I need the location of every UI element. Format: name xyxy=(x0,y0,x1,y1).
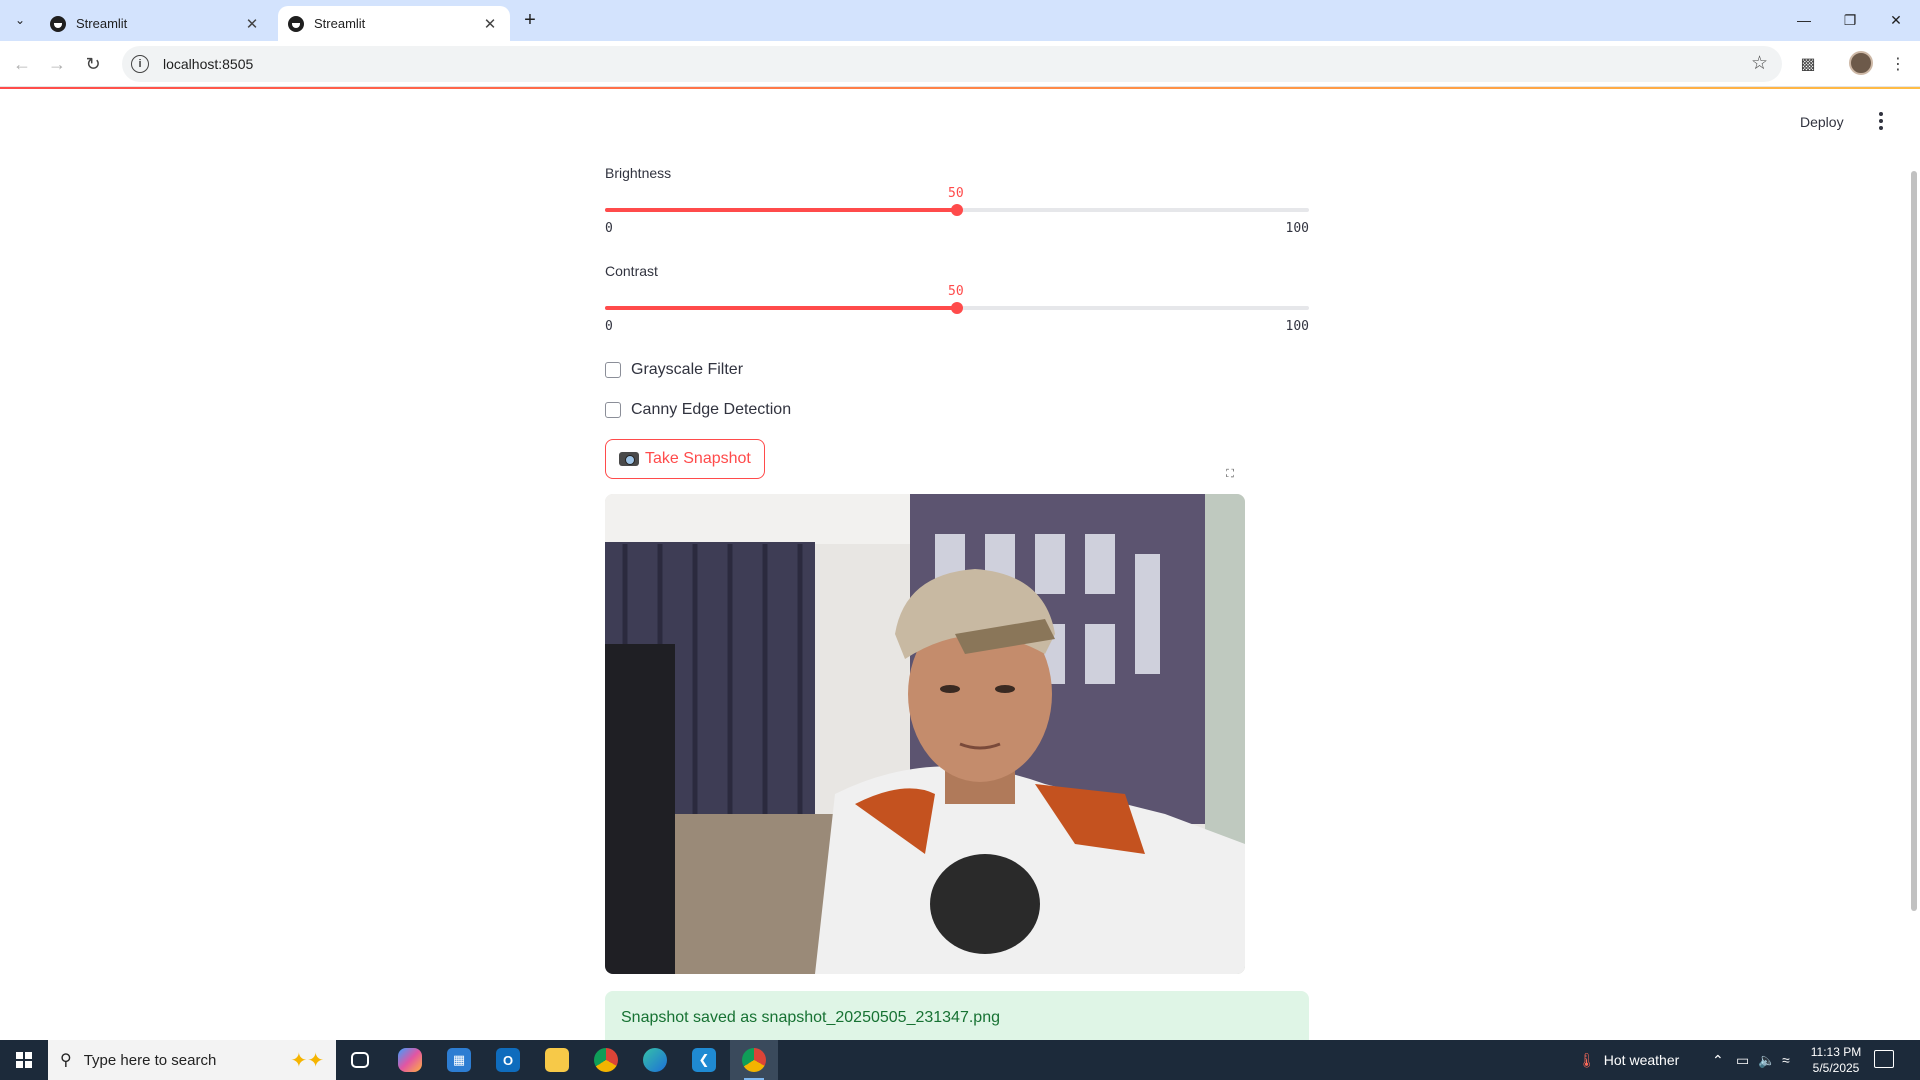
back-icon[interactable]: ← xyxy=(8,50,36,78)
browser-toolbar: ← → ↻ i localhost:8505 ☆ ▩ ⋮ xyxy=(0,41,1920,87)
contrast-slider: Contrast 50 0 100 xyxy=(605,263,1309,334)
streamlit-app: Deploy Brightness 50 0 100 Contrast 50 0… xyxy=(0,87,1920,1040)
search-highlight-icon[interactable]: ✦✦ xyxy=(290,1048,324,1073)
vscode-icon[interactable]: ❮ xyxy=(680,1040,728,1080)
copilot-icon[interactable] xyxy=(386,1040,434,1080)
streamlit-favicon-icon xyxy=(50,15,66,32)
outlook-icon[interactable]: O xyxy=(484,1040,532,1080)
profile-avatar[interactable] xyxy=(1849,51,1873,75)
slider-fill xyxy=(605,208,957,212)
webcam-frame xyxy=(605,494,1245,974)
minimize-icon[interactable]: — xyxy=(1781,0,1827,40)
clock-time: 11:13 PM xyxy=(1810,1045,1862,1059)
grayscale-checkbox[interactable]: Grayscale Filter xyxy=(605,361,743,379)
slider-thumb[interactable] xyxy=(951,302,963,314)
button-label: Take Snapshot xyxy=(645,450,751,467)
url-text[interactable]: localhost:8505 xyxy=(163,56,253,72)
slider-max-label: 100 xyxy=(1285,221,1309,236)
streamlit-favicon-icon xyxy=(288,15,304,32)
main-menu-icon[interactable] xyxy=(1874,109,1888,133)
volume-icon[interactable]: 🔈 xyxy=(1758,1040,1775,1080)
search-placeholder[interactable]: Type here to search xyxy=(84,1052,217,1069)
fullscreen-icon[interactable]: ⛶ xyxy=(1219,463,1241,485)
weather-text: Hot weather xyxy=(1603,1052,1680,1068)
browser-tabstrip: ⌄ Streamlit ✕ Streamlit ✕ + — ❐ ✕ xyxy=(0,0,1920,41)
checkbox-label[interactable]: Canny Edge Detection xyxy=(631,401,791,419)
store-icon[interactable]: ▦ xyxy=(435,1040,483,1080)
weather-widget[interactable]: 🌡 Hot weather xyxy=(1578,1040,1679,1080)
tab-title: Streamlit xyxy=(76,16,128,31)
tab-close-icon[interactable]: ✕ xyxy=(242,14,262,34)
new-tab-icon[interactable]: + xyxy=(518,8,542,32)
slider-current-value: 50 xyxy=(948,284,964,299)
take-snapshot-button[interactable]: Take Snapshot xyxy=(605,439,765,479)
tab-close-icon[interactable]: ✕ xyxy=(480,14,500,34)
bookmark-star-icon[interactable]: ☆ xyxy=(1751,52,1768,75)
slider-current-value: 50 xyxy=(948,186,964,201)
tab-streamlit-2[interactable]: Streamlit ✕ xyxy=(278,6,510,41)
notifications-icon[interactable] xyxy=(1874,1050,1894,1068)
slider-label: Contrast xyxy=(605,263,658,279)
close-icon[interactable]: ✕ xyxy=(1873,0,1919,40)
extensions-icon[interactable]: ▩ xyxy=(1795,51,1821,77)
slider-max-label: 100 xyxy=(1285,319,1309,334)
chrome-icon[interactable] xyxy=(582,1040,630,1080)
chrome-menu-icon[interactable]: ⋮ xyxy=(1885,51,1911,77)
edge-icon[interactable] xyxy=(631,1040,679,1080)
checkbox-label[interactable]: Grayscale Filter xyxy=(631,361,743,379)
slider-min-label: 0 xyxy=(605,221,613,236)
address-bar[interactable]: i localhost:8505 ☆ xyxy=(122,46,1782,82)
slider-min-label: 0 xyxy=(605,319,613,334)
windows-taskbar: ⚲ Type here to search ✦✦ ▦ O ❮ 🌡 Hot wea… xyxy=(0,1040,1920,1080)
chrome-profile-icon[interactable] xyxy=(730,1040,778,1080)
checkbox-box[interactable] xyxy=(605,362,621,378)
reload-icon[interactable]: ↻ xyxy=(79,50,107,78)
windows-logo-icon xyxy=(16,1052,32,1068)
battery-icon[interactable]: ▭ xyxy=(1736,1040,1749,1080)
start-button[interactable] xyxy=(0,1040,48,1080)
system-clock[interactable]: 11:13 PM 5/5/2025 xyxy=(1800,1044,1872,1076)
tab-title: Streamlit xyxy=(314,16,366,31)
slider-fill xyxy=(605,306,957,310)
network-icon[interactable]: ≈ xyxy=(1782,1040,1790,1080)
slider-thumb[interactable] xyxy=(951,204,963,216)
canny-edge-checkbox[interactable]: Canny Edge Detection xyxy=(605,401,791,419)
header-decoration-bar xyxy=(0,87,1920,89)
tab-search-icon[interactable]: ⌄ xyxy=(6,8,34,32)
taskbar-search-box[interactable]: ⚲ Type here to search ✦✦ xyxy=(48,1040,336,1080)
search-icon: ⚲ xyxy=(60,1052,72,1069)
deploy-button[interactable]: Deploy xyxy=(1800,114,1844,130)
page-scrollbar[interactable] xyxy=(1911,171,1917,911)
success-message: Snapshot saved as snapshot_20250505_2313… xyxy=(621,1009,1000,1026)
tab-streamlit-1[interactable]: Streamlit ✕ xyxy=(40,6,272,41)
restore-icon[interactable]: ❐ xyxy=(1827,0,1873,40)
brightness-slider: Brightness 50 0 100 xyxy=(605,165,1309,236)
thermometer-icon: 🌡 xyxy=(1578,1051,1596,1068)
clock-date: 5/5/2025 xyxy=(1812,1061,1860,1075)
camera-icon xyxy=(619,452,639,466)
site-info-icon[interactable]: i xyxy=(131,55,149,73)
checkbox-box[interactable] xyxy=(605,402,621,418)
success-alert: Snapshot saved as snapshot_20250505_2313… xyxy=(605,991,1309,1040)
show-hidden-icons-icon[interactable]: ⌃ xyxy=(1712,1040,1724,1080)
file-explorer-icon[interactable] xyxy=(533,1040,581,1080)
slider-label: Brightness xyxy=(605,165,672,181)
forward-icon[interactable]: → xyxy=(43,50,71,78)
task-view-icon[interactable] xyxy=(336,1040,384,1080)
